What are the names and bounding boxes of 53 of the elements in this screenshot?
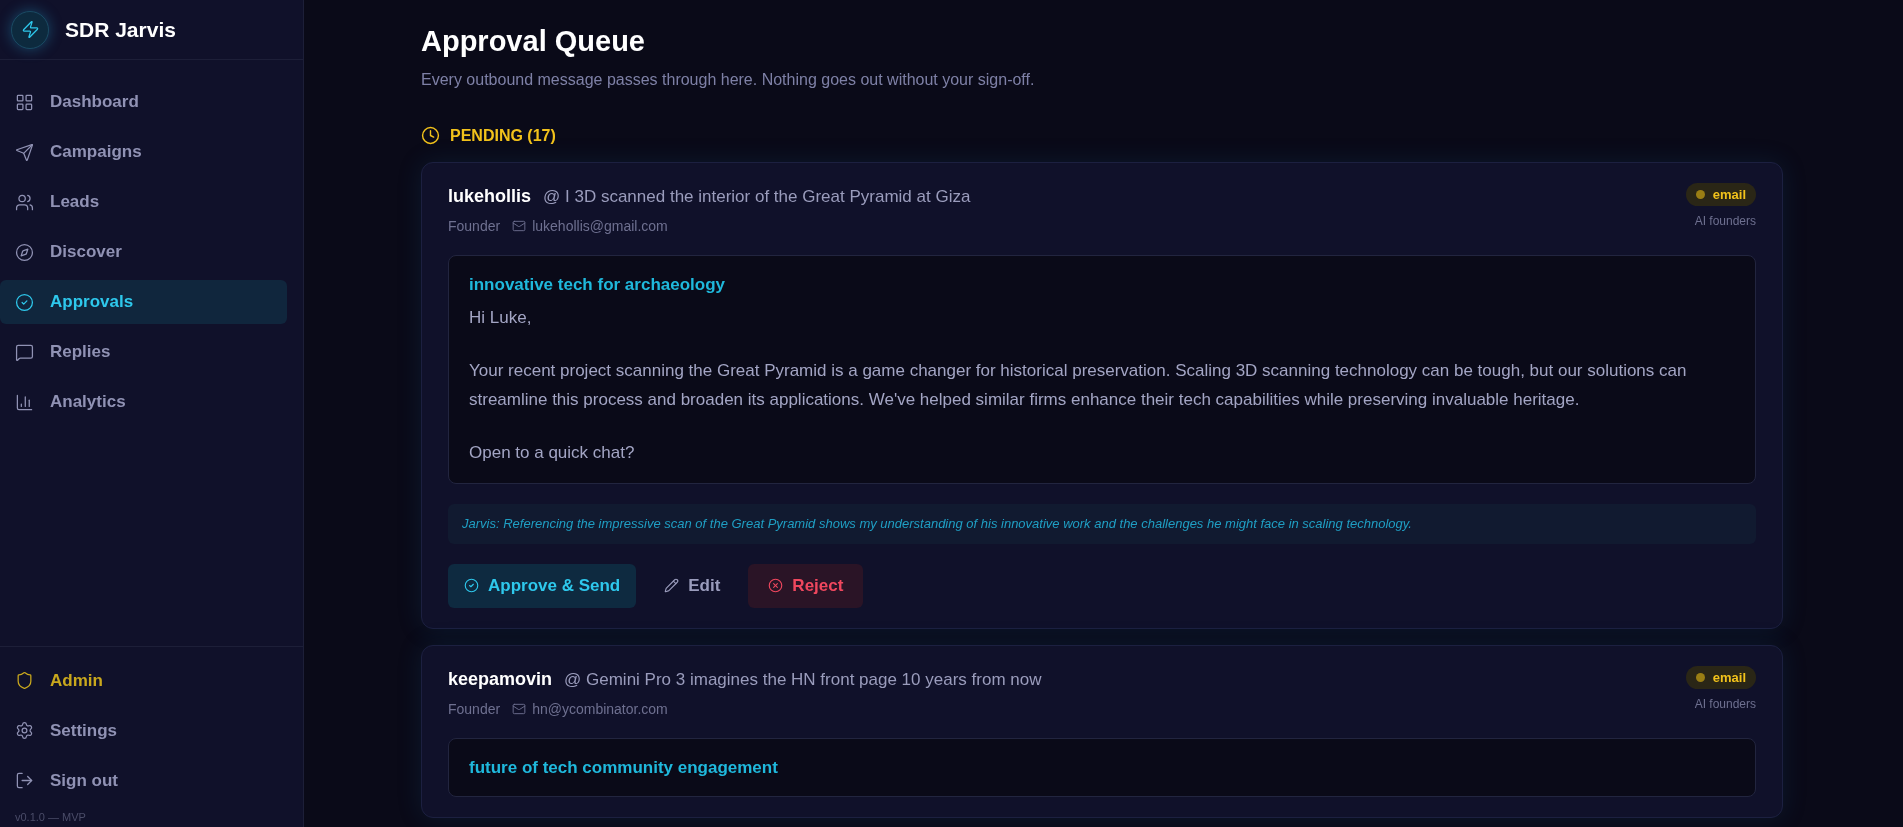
mail-icon xyxy=(512,219,527,233)
mail-icon xyxy=(512,702,527,716)
chat-icon xyxy=(15,342,34,362)
nav-item[interactable]: Campaigns xyxy=(0,130,287,174)
nav-item[interactable]: Discover xyxy=(0,230,287,274)
version-label: v0.1.0 — MVP xyxy=(14,809,87,825)
users-icon xyxy=(15,192,34,212)
lead-context: @ Gemini Pro 3 imagines the HN front page 10 years from now xyxy=(564,668,1042,691)
clock-icon xyxy=(421,126,440,145)
segment-label: AI founders xyxy=(1694,696,1756,713)
logo-icon xyxy=(11,10,49,49)
lead-email: lukehollis@gmail.com xyxy=(532,216,668,236)
compass-icon xyxy=(15,242,34,262)
pencil-icon xyxy=(664,578,680,593)
nav-item[interactable]: Analytics xyxy=(0,380,287,424)
approve-button[interactable]: Approve & Send xyxy=(448,563,637,608)
edit-button[interactable]: Edit xyxy=(648,563,737,608)
reject-button[interactable]: Reject xyxy=(748,563,864,608)
shield-icon xyxy=(15,671,34,690)
channel-badge: email xyxy=(1685,182,1756,206)
channel-badge: email xyxy=(1685,665,1756,689)
nav-item[interactable]: Leads xyxy=(0,180,287,224)
lead-role: Founder xyxy=(448,216,501,236)
section-label: PENDING (17) xyxy=(450,125,556,146)
lead-email: hn@ycombinator.com xyxy=(532,699,668,719)
segment-label: AI founders xyxy=(1694,213,1756,230)
message-paragraph: Hi Luke, xyxy=(469,307,533,329)
page-title: Approval Queue xyxy=(421,24,646,59)
close-circle-icon xyxy=(768,578,784,593)
check-circle-icon xyxy=(15,292,34,312)
nav-item[interactable]: Admin xyxy=(0,658,287,703)
settings-icon xyxy=(15,721,34,740)
lead-name: lukehollis xyxy=(448,184,532,208)
message-paragraph: Open to a quick chat? xyxy=(469,442,636,464)
check-circle-icon xyxy=(464,578,479,593)
nav-item[interactable]: Dashboard xyxy=(0,80,287,124)
nav-item[interactable]: Replies xyxy=(0,330,287,374)
logout-icon xyxy=(15,771,34,790)
bar-chart-icon xyxy=(15,392,34,412)
lead-context: @ I 3D scanned the interior of the Great Pyramid at Giza xyxy=(543,185,971,208)
app-name: SDR Jarvis xyxy=(65,16,176,43)
page-subtitle: Every outbound message passes through here. Nothing goes out without your sign-off. xyxy=(421,69,1036,90)
nav-item[interactable]: Sign out xyxy=(0,758,287,803)
send-icon xyxy=(15,142,34,162)
message-subject: future of tech community engagement xyxy=(469,756,779,779)
message-paragraph: Your recent project scanning the Great Pyramid is a game changer for historical preservation. Scaling 3D scanning technology can be tough, but our solutions can streamline this process and broaden its applications. We've helped similar firms enhance their tech capabilities while preserving invaluable heritage. xyxy=(469,360,1688,411)
lead-name: keepamovin xyxy=(448,667,553,691)
dashboard-icon xyxy=(15,92,34,112)
ai-note: Jarvis: Referencing the impressive scan of the Great Pyramid shows my understanding of his innovative work and the challenges he might face in scaling technology. xyxy=(448,504,1756,544)
nav-item[interactable]: Settings xyxy=(0,708,287,753)
nav-item[interactable]: Approvals xyxy=(0,280,287,324)
lead-role: Founder xyxy=(448,699,501,719)
message-subject: innovative tech for archaeology xyxy=(469,273,726,296)
